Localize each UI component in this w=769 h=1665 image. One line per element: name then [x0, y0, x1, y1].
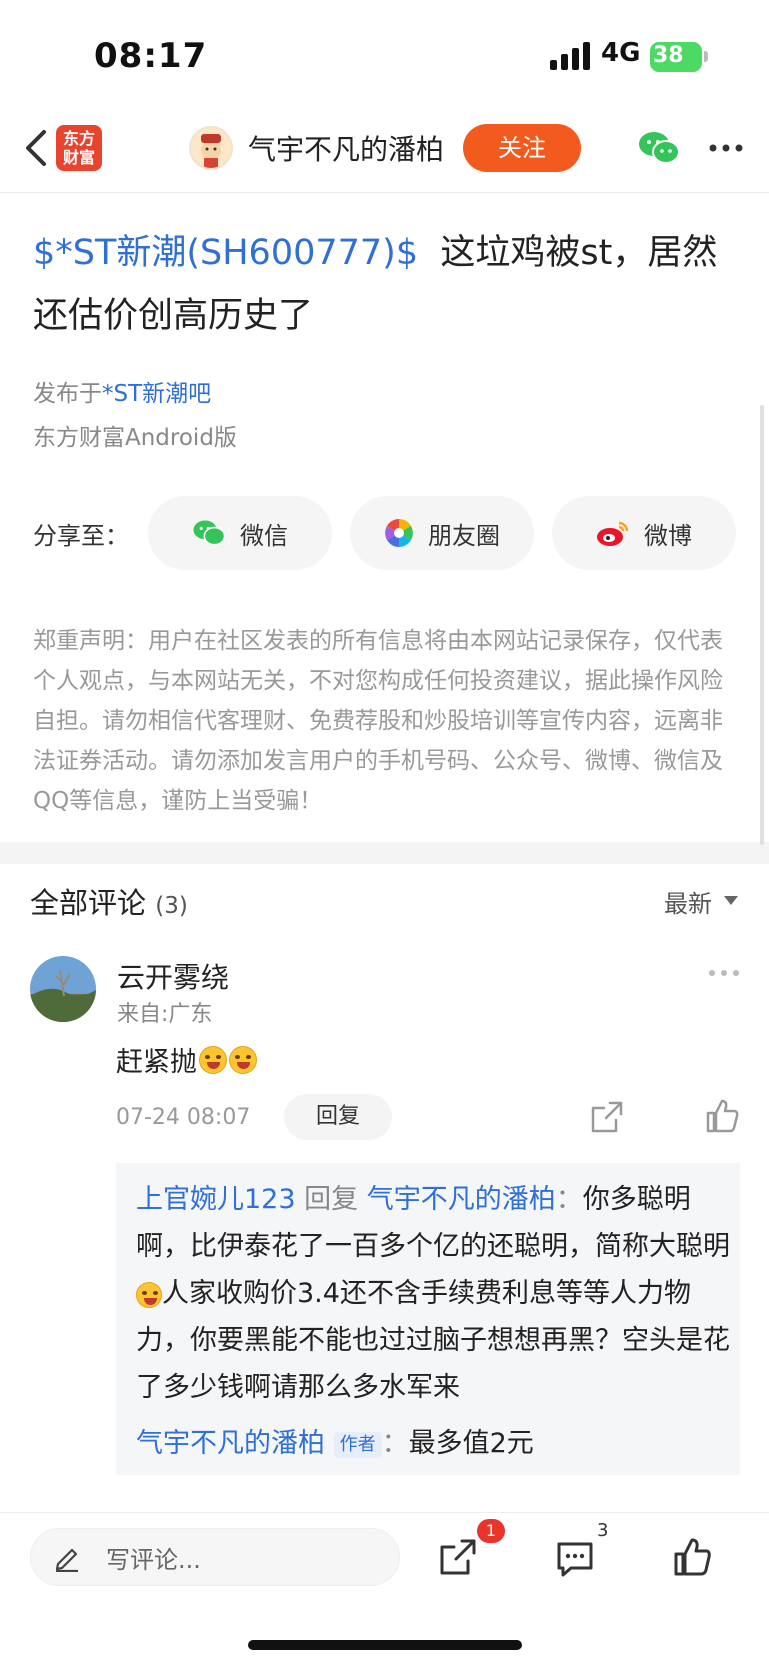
- section-divider: [0, 842, 769, 864]
- write-comment-input[interactable]: [30, 1528, 400, 1586]
- published-prefix: 发布于: [33, 381, 102, 407]
- laughing-emoji-icon: [229, 1045, 257, 1074]
- reply-separator: ：: [555, 1184, 583, 1215]
- comment-like-icon[interactable]: [704, 1098, 740, 1134]
- battery-icon: 38: [650, 42, 702, 72]
- reply-target-username[interactable]: 气宇不凡的潘柏: [367, 1184, 556, 1215]
- moments-icon: [385, 519, 413, 547]
- share-weibo-label: 微博: [644, 521, 692, 550]
- network-type: 4G: [601, 38, 641, 68]
- tongue-wink-emoji-icon: [199, 1045, 227, 1074]
- share-badge: 1: [477, 1519, 505, 1543]
- post-platform: 东方财富Android版: [33, 425, 237, 451]
- share-icon[interactable]: [438, 1537, 478, 1577]
- weibo-icon: [597, 521, 629, 546]
- share-label: 分享至：: [33, 522, 129, 550]
- battery-level: 38: [653, 43, 684, 68]
- author-badge: 作者: [333, 1431, 382, 1458]
- brand-line-1: 东方: [62, 129, 95, 148]
- author-name[interactable]: 气宇不凡的潘柏: [248, 128, 444, 168]
- comments-header: 全部评论 (3): [30, 880, 188, 922]
- share-moments-label: 朋友圈: [428, 521, 500, 550]
- comment-body: 赶紧抛: [116, 1040, 257, 1079]
- published-in: 发布于*ST新潮吧: [33, 374, 211, 408]
- eastmoney-logo[interactable]: 东方 财富: [56, 125, 102, 171]
- comment-share-icon[interactable]: [590, 1100, 624, 1134]
- status-time: 08:17: [94, 36, 208, 76]
- back-arrow-icon[interactable]: [16, 126, 60, 170]
- reply-item[interactable]: 上官婉儿123 回复 气宇不凡的潘柏：你多聪明啊，比伊泰花了一百多个亿的还聪明，…: [136, 1176, 730, 1411]
- comment-user-avatar[interactable]: [30, 956, 96, 1022]
- home-indicator: [248, 1640, 522, 1650]
- wechat-share-icon[interactable]: [638, 130, 680, 166]
- landscape-avatar-icon: [30, 956, 96, 1022]
- reply-text-part-2: 人家收购价3.4还不含手续费利息等等人力物力，你要黑能不能也过过脑子想想再黑？空…: [136, 1278, 730, 1403]
- stock-tag-link[interactable]: $*ST新潮(SH600777)$: [33, 233, 418, 273]
- pencil-icon: [55, 1548, 78, 1572]
- share-wechat-button[interactable]: 微信: [148, 496, 332, 570]
- comment-username[interactable]: 云开雾绕: [117, 956, 229, 996]
- share-wechat-label: 微信: [240, 521, 288, 550]
- comment-icon[interactable]: [555, 1540, 595, 1578]
- chevron-down-icon[interactable]: [724, 896, 738, 905]
- scrollbar[interactable]: [760, 405, 764, 845]
- like-icon[interactable]: [672, 1537, 712, 1577]
- caishen-avatar-icon: [201, 134, 221, 168]
- comment-more-icon[interactable]: [708, 968, 740, 978]
- comment-location: 来自:广东: [117, 1002, 213, 1027]
- bottom-divider: [0, 1512, 769, 1513]
- reply-button[interactable]: 回复: [284, 1094, 392, 1140]
- reply-username[interactable]: 上官婉儿123: [136, 1184, 296, 1215]
- brand-line-2: 财富: [62, 148, 95, 167]
- reply-username[interactable]: 气宇不凡的潘柏: [136, 1428, 325, 1459]
- comments-label: 全部评论: [30, 886, 147, 920]
- write-comment-placeholder[interactable]: 写评论...: [106, 1540, 201, 1575]
- wechat-icon: [193, 520, 226, 546]
- battery-cap: [704, 51, 708, 62]
- forum-link[interactable]: *ST新潮吧: [102, 381, 211, 407]
- signal-icon: [550, 42, 590, 70]
- post-title: $*ST新潮(SH600777)$ 这垃鸡被st，居然还估价创高历史了: [33, 222, 745, 348]
- sort-dropdown[interactable]: 最新: [664, 884, 712, 919]
- comment-time: 07-24 08:07: [116, 1105, 251, 1130]
- reply-verb: 回复: [295, 1184, 367, 1215]
- disclaimer-text: 郑重声明：用户在社区发表的所有信息将由本网站记录保存，仅代表个人观点，与本网站无…: [33, 628, 723, 814]
- author-avatar[interactable]: [189, 126, 233, 170]
- follow-button[interactable]: 关注: [463, 124, 581, 172]
- reply-text: 最多值2元: [408, 1428, 534, 1459]
- comment-text: 赶紧抛: [116, 1047, 197, 1078]
- share-weibo-button[interactable]: 微博: [552, 496, 736, 570]
- share-moments-button[interactable]: 朋友圈: [350, 496, 534, 570]
- comments-count: (3): [155, 893, 188, 919]
- more-options-icon[interactable]: [708, 138, 744, 158]
- nav-divider: [0, 192, 769, 193]
- reply-separator: ：: [381, 1428, 409, 1459]
- reply-item[interactable]: 气宇不凡的潘柏 作者 ：最多值2元: [136, 1421, 534, 1460]
- laughing-emoji-icon: [136, 1281, 162, 1308]
- comment-count: 3: [597, 1520, 609, 1541]
